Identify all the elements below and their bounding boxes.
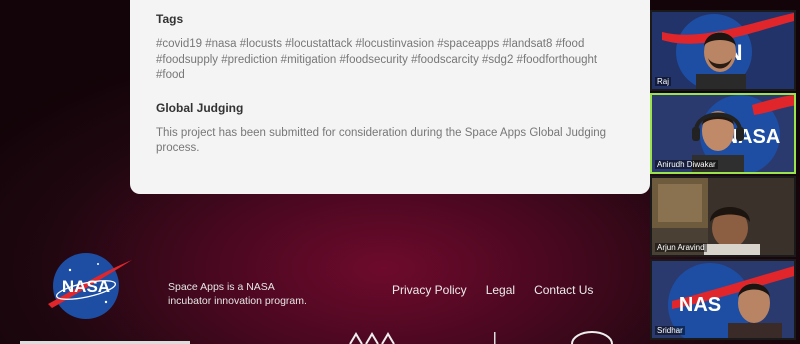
participant-tile-anirudh-diwakar[interactable]: NASA Anirudh Diwakar [650,93,796,174]
privacy-policy-link[interactable]: Privacy Policy [392,283,467,297]
participant-name: Raj [655,77,672,86]
nasa-logo-icon[interactable]: NASA [40,250,132,320]
partner-logos-strip [20,331,613,344]
video-feed-icon: A N [652,12,794,89]
legal-link[interactable]: Legal [486,283,515,297]
partner-divider [494,332,496,344]
participant-tile-sridhar[interactable]: NAS Sridhar [650,259,796,340]
partner-logo-arc-icon [571,331,613,344]
participant-name: Sridhar [655,326,685,335]
participant-name: Arjun Aravind [655,243,707,252]
contact-us-link[interactable]: Contact Us [534,283,593,297]
participant-name: Anirudh Diwakar [655,160,718,169]
footer-tagline-line-2: incubator innovation program. [168,295,307,307]
svg-text:NAS: NAS [679,294,721,316]
participant-tile-arjun-aravind[interactable]: Arjun Aravind [650,176,796,257]
tags-heading: Tags [156,12,184,26]
partner-logo-mark-icon [349,332,395,344]
svg-text:NASA: NASA [62,277,110,296]
video-call-panel: A N Raj NASA Anirudh Diwakar [650,10,796,344]
project-details-card: Tags #covid19 #nasa #locusts #locustatta… [130,0,650,194]
participant-tile-raj[interactable]: A N Raj [650,10,796,91]
global-judging-heading: Global Judging [156,100,244,115]
footer-links: Privacy Policy Legal Contact Us [392,283,593,297]
tags-list: #covid19 #nasa #locusts #locustattack #l… [156,38,598,81]
footer-tagline-line-1: Space Apps is a NASA [168,281,275,293]
global-judging-text: This project has been submitted for cons… [156,126,607,155]
footer-tagline: Space Apps is a NASA incubator innovatio… [168,280,307,308]
